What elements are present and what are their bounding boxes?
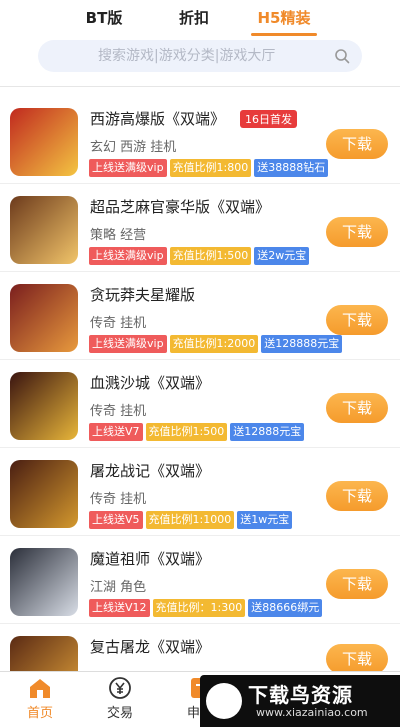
game-icon[interactable] [10, 196, 78, 264]
perk-tag: 上线送满级vip [89, 335, 167, 353]
perk-tag: 上线送V5 [89, 511, 143, 529]
search-bar [38, 40, 362, 72]
perk-tags: 上线送V12 充值比例：1:300 送88666绑元 [89, 599, 323, 617]
game-genre: 传奇 挂机 [90, 404, 147, 419]
game-row[interactable]: 血溅沙城《双端》传奇 挂机上线送V7 充值比例1:500 送12888元宝 下载 [0, 360, 400, 448]
game-name[interactable]: 西游高爆版《双端》 [90, 108, 225, 129]
nav-home-label: 首页 [26, 706, 53, 721]
perk-tag: 上线送V7 [89, 423, 143, 441]
perk-tags: 上线送满级vip 充值比例1:800 送38888钻石 [89, 159, 329, 177]
game-icon[interactable] [10, 372, 78, 440]
watermark-logo-icon [206, 683, 242, 719]
search-icon[interactable] [334, 48, 350, 64]
download-button[interactable]: 下载 [326, 393, 388, 423]
game-row[interactable]: 魔道祖师《双端》江湖 角色上线送V12 充值比例：1:300 送88666绑元 下载 [0, 536, 400, 624]
game-row[interactable]: 西游高爆版《双端》 16日首发 玄幻 西游 挂机 上线送满级vip 充值比例1:800 送… [0, 96, 400, 184]
perk-tag: 充值比例1:800 [169, 159, 252, 177]
game-name[interactable]: 魔道祖师《双端》 [90, 548, 210, 569]
perk-tag: 送38888钻石 [254, 159, 329, 177]
perk-tag: 充值比例：1:300 [152, 599, 246, 617]
game-icon[interactable] [10, 108, 78, 176]
game-genre: 玄幻 西游 挂机 [90, 140, 177, 155]
download-button[interactable]: 下载 [326, 481, 388, 511]
game-genre: 策略 经营 [90, 228, 147, 243]
release-badge: 16日首发 [240, 110, 297, 128]
perk-tag: 送88666绑元 [248, 599, 323, 617]
tab-h5[interactable]: H5精装 [239, 0, 329, 36]
watermark-title: 下载鸟资源 [248, 683, 353, 707]
perk-tag: 充值比例1:500 [145, 423, 228, 441]
perk-tag: 送2w元宝 [254, 247, 310, 265]
game-list: 西游高爆版《双端》 16日首发 玄幻 西游 挂机 上线送满级vip 充值比例1:800 送… [0, 96, 400, 712]
header-divider [0, 86, 400, 87]
perk-tags: 上线送满级vip 充值比例1:2000 送128888元宝 [89, 335, 343, 353]
watermark-url: www.xiazainiao.com [256, 706, 368, 719]
game-row[interactable]: 贪玩莽夫星耀版传奇 挂机上线送满级vip 充值比例1:2000 送128888元宝下… [0, 272, 400, 360]
watermark: 下载鸟资源 www.xiazainiao.com [200, 675, 400, 727]
game-genre: 传奇 挂机 [90, 492, 147, 507]
perk-tag: 送1w元宝 [237, 511, 293, 529]
tab-bt[interactable]: BT版 [59, 0, 149, 36]
game-icon[interactable] [10, 548, 78, 616]
tab-discount[interactable]: 折扣 [149, 0, 239, 36]
download-button[interactable]: 下载 [326, 569, 388, 599]
game-name[interactable]: 血溅沙城《双端》 [90, 372, 210, 393]
game-row[interactable]: 屠龙战记《双端》传奇 挂机上线送V5 充值比例1:1000 送1w元宝 下载 [0, 448, 400, 536]
game-row[interactable]: 超品芝麻官豪华版《双端》策略 经营上线送满级vip 充值比例1:500 送2w元宝下… [0, 184, 400, 272]
download-button[interactable]: 下载 [326, 305, 388, 335]
perk-tag: 上线送V12 [89, 599, 150, 617]
nav-home[interactable]: 首页 [0, 672, 80, 727]
game-name[interactable]: 贪玩莽夫星耀版 [90, 284, 195, 305]
perk-tag: 充值比例1:2000 [169, 335, 259, 353]
game-genre: 传奇 挂机 [90, 316, 147, 331]
game-name[interactable]: 屠龙战记《双端》 [90, 460, 210, 481]
download-button[interactable]: 下载 [326, 644, 388, 674]
perk-tag: 上线送满级vip [89, 247, 167, 265]
game-icon[interactable] [10, 284, 78, 352]
download-button[interactable]: 下载 [326, 129, 388, 159]
perk-tags: 上线送V7 充值比例1:500 送12888元宝 [89, 423, 305, 441]
search-input[interactable] [38, 40, 318, 72]
yen-icon [109, 677, 131, 699]
nav-trade[interactable]: 交易 [80, 672, 160, 727]
game-name[interactable]: 超品芝麻官豪华版《双端》 [90, 196, 270, 217]
perk-tag: 送12888元宝 [230, 423, 305, 441]
top-tab-bar: BT版 折扣 H5精装 [0, 0, 400, 36]
perk-tag: 上线送满级vip [89, 159, 167, 177]
download-button[interactable]: 下载 [326, 217, 388, 247]
game-name[interactable]: 复古屠龙《双端》 [90, 636, 210, 657]
perk-tags: 上线送V5 充值比例1:1000 送1w元宝 [89, 511, 293, 529]
nav-trade-label: 交易 [106, 706, 133, 721]
game-genre: 江湖 角色 [90, 580, 147, 595]
perk-tag: 充值比例1:500 [169, 247, 252, 265]
perk-tags: 上线送满级vip 充值比例1:500 送2w元宝 [89, 247, 310, 265]
home-icon [30, 679, 50, 698]
perk-tag: 充值比例1:1000 [145, 511, 235, 529]
game-icon[interactable] [10, 460, 78, 528]
perk-tag: 送128888元宝 [261, 335, 343, 353]
